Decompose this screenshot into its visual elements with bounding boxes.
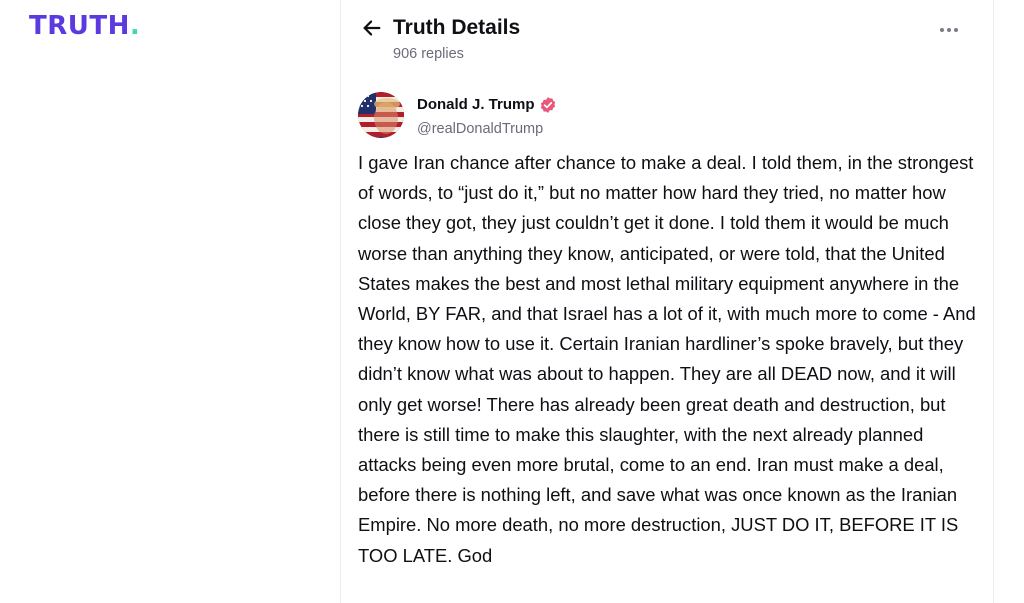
truth-social-logo[interactable]: TRUTH. — [29, 12, 140, 40]
arrow-left-icon — [363, 20, 381, 36]
verified-badge-icon — [540, 97, 556, 113]
reply-count: 906 replies — [393, 46, 464, 62]
more-dot — [947, 28, 951, 32]
logo-text: TRUTH — [29, 11, 130, 41]
post-text: I gave Iran chance after chance to make … — [358, 152, 976, 566]
page-title: Truth Details — [393, 16, 521, 39]
more-horizontal-icon — [940, 28, 944, 32]
more-options-button[interactable] — [935, 18, 963, 42]
avatar[interactable] — [358, 92, 404, 138]
back-button[interactable] — [359, 15, 385, 41]
author-handle[interactable]: @realDonaldTrump — [417, 119, 543, 139]
main-column: Truth Details 906 replies Donald J. Trum… — [340, 0, 994, 603]
more-dot — [954, 28, 958, 32]
logo-dot: . — [129, 11, 141, 41]
post-author: Donald J. Trump @realDonaldTrump — [358, 92, 758, 140]
author-name[interactable]: Donald J. Trump — [417, 95, 535, 115]
page: TRUTH. Truth Details 906 replies Donald … — [0, 0, 1024, 603]
avatar-image — [358, 92, 404, 138]
detail-header: Truth Details 906 replies — [341, 0, 993, 80]
